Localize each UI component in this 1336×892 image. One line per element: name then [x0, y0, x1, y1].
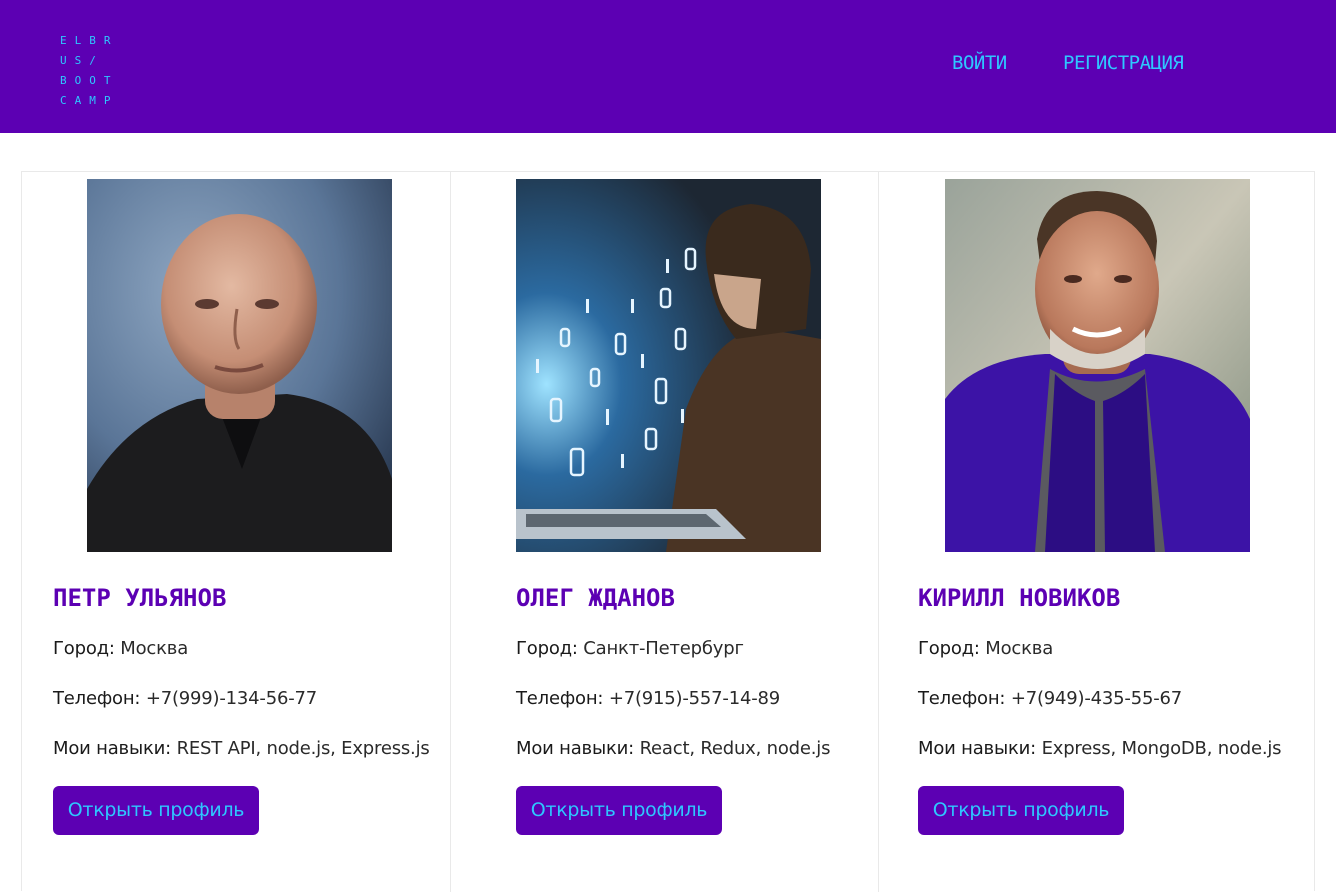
profile-photo	[945, 179, 1250, 552]
profile-cards: ПЕТР УЛЬЯНОВ Город: Москва Телефон: +7(9…	[21, 171, 1315, 892]
city-value: Москва	[120, 638, 189, 659]
city-label: Город:	[53, 638, 115, 659]
profile-card: КИРИЛЛ НОВИКОВ Город: Москва Телефон: +7…	[878, 172, 1315, 892]
profile-city: Город: Санкт-Петербург	[516, 638, 744, 659]
city-label: Город:	[516, 638, 578, 659]
site-header: ELBR US/ BOOT CAMP ВОЙТИ РЕГИСТРАЦИЯ	[0, 0, 1336, 133]
profile-skills: Мои навыки: React, Redux, node.js	[516, 738, 830, 759]
profile-card: ПЕТР УЛЬЯНОВ Город: Москва Телефон: +7(9…	[22, 172, 450, 892]
skills-label: Мои навыки:	[516, 738, 635, 759]
phone-value: +7(949)-435-55-67	[1010, 688, 1183, 709]
profile-photo	[87, 179, 392, 552]
nav-register-link[interactable]: РЕГИСТРАЦИЯ	[1063, 52, 1184, 74]
open-profile-button[interactable]: Открыть профиль	[516, 786, 722, 835]
logo-line: CAMP	[60, 94, 119, 107]
open-profile-button[interactable]: Открыть профиль	[53, 786, 259, 835]
profile-card: ОЛЕГ ЖДАНОВ Город: Санкт-Петербург Телеф…	[450, 172, 878, 892]
profile-photo-image	[87, 179, 392, 552]
logo-line: ELBR	[60, 34, 119, 47]
skills-value: React, Redux, node.js	[639, 738, 831, 759]
profile-phone: Телефон: +7(915)-557-14-89	[516, 688, 780, 709]
city-value: Санкт-Петербург	[583, 638, 744, 659]
phone-value: +7(915)-557-14-89	[608, 688, 781, 709]
phone-label: Телефон:	[918, 688, 1006, 709]
skills-label: Мои навыки:	[53, 738, 172, 759]
profile-photo-image	[945, 179, 1250, 552]
profile-name: КИРИЛЛ НОВИКОВ	[918, 584, 1121, 612]
profile-name: ОЛЕГ ЖДАНОВ	[516, 584, 675, 612]
profile-name: ПЕТР УЛЬЯНОВ	[53, 584, 227, 612]
main-nav: ВОЙТИ РЕГИСТРАЦИЯ	[0, 52, 1336, 80]
city-value: Москва	[985, 638, 1054, 659]
skills-value: REST API, node.js, Express.js	[176, 738, 430, 759]
profile-city: Город: Москва	[918, 638, 1053, 659]
phone-label: Телефон:	[53, 688, 141, 709]
nav-login-link[interactable]: ВОЙТИ	[952, 52, 1007, 74]
phone-value: +7(999)-134-56-77	[145, 688, 318, 709]
profile-photo	[516, 179, 821, 552]
profile-skills: Мои навыки: REST API, node.js, Express.j…	[53, 738, 430, 759]
profile-city: Город: Москва	[53, 638, 188, 659]
phone-label: Телефон:	[516, 688, 604, 709]
profile-skills: Мои навыки: Express, MongoDB, node.js	[918, 738, 1282, 759]
skills-value: Express, MongoDB, node.js	[1041, 738, 1282, 759]
profile-phone: Телефон: +7(999)-134-56-77	[53, 688, 317, 709]
open-profile-button[interactable]: Открыть профиль	[918, 786, 1124, 835]
profile-photo-image	[516, 179, 821, 552]
city-label: Город:	[918, 638, 980, 659]
skills-label: Мои навыки:	[918, 738, 1037, 759]
profile-phone: Телефон: +7(949)-435-55-67	[918, 688, 1182, 709]
